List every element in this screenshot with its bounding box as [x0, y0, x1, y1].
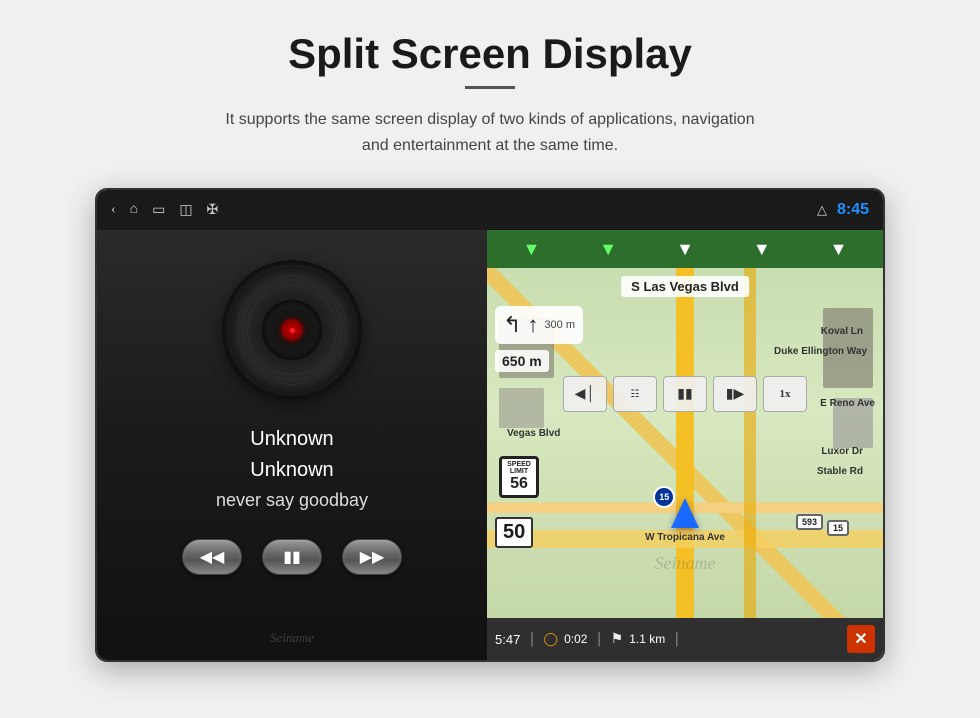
nav-arrow-3: ▼: [676, 239, 694, 260]
nav-prev-button[interactable]: ◀│: [563, 376, 607, 412]
nav-arrow-1: ▼: [522, 239, 540, 260]
album-art: [222, 260, 362, 400]
pause-icon: ▮▮: [283, 547, 301, 567]
current-speed-display: 50: [495, 517, 533, 548]
nav-arrow-2: ▼: [599, 239, 617, 260]
nav-panel: ▼ ▼ ▼ ▼ ▼ S Las Vegas Blvd: [487, 230, 883, 660]
device-frame: ‹ ⌂ ▭ ◫ ✠ △ 8:45: [95, 188, 885, 662]
speed-limit-label: SPEED: [506, 461, 532, 468]
song-name: never say goodbay: [216, 490, 368, 511]
route-badge-number: 593: [802, 517, 817, 527]
image-icon[interactable]: ◫: [179, 202, 192, 219]
distance-label: 650 m: [495, 350, 549, 372]
turn-distance: 300 m: [544, 319, 575, 331]
home-icon[interactable]: ⌂: [130, 202, 138, 218]
map-label-vegas: Vegas Blvd: [507, 428, 560, 439]
status-time: 8:45: [837, 201, 869, 219]
music-panel: Unknown Unknown never say goodbay ◀◀ ▮▮ …: [97, 230, 487, 660]
nav-pause-button[interactable]: ▮▮: [663, 376, 707, 412]
status-bar: ‹ ⌂ ▭ ◫ ✠ △ 8:45: [97, 190, 883, 230]
nav-flag-icon: ⚑: [611, 631, 624, 648]
speed-limit-sign: SPEED LIMIT 56: [499, 456, 539, 498]
back-arrow-icon[interactable]: ‹: [111, 202, 116, 218]
next-icon: ▶▶: [360, 547, 385, 567]
interstate-number: 15: [659, 492, 669, 502]
turn-instruction: ↰ ↑ 300 m: [495, 306, 583, 344]
map-watermark: Seiname: [655, 553, 716, 574]
pause-button[interactable]: ▮▮: [262, 539, 322, 575]
music-panel-watermark: Seiname: [270, 630, 314, 646]
track-title: Unknown: [216, 428, 368, 451]
nav-car-arrow: [671, 498, 699, 528]
map-label-tropicana: W Tropicana Ave: [645, 532, 725, 543]
nav-distance: 1.1 km: [629, 632, 665, 646]
street-name: S Las Vegas Blvd: [621, 276, 749, 297]
previous-button[interactable]: ◀◀: [182, 539, 242, 575]
route-badge-2: 15: [827, 520, 849, 536]
nav-speed-button[interactable]: 1x: [763, 376, 807, 412]
music-controls: ◀◀ ▮▮ ▶▶: [182, 539, 402, 575]
nav-time: 5:47: [495, 632, 520, 647]
nav-arrow-4: ▼: [753, 239, 771, 260]
speed-limit-label2: LIMIT: [506, 468, 532, 475]
nav-clock-icon: ◯: [544, 631, 559, 647]
window-icon[interactable]: ▭: [152, 202, 165, 219]
turn-straight-icon: ↑: [527, 312, 538, 338]
speed-label: 1x: [780, 388, 791, 400]
nav-separator-3: |: [675, 630, 678, 648]
nav-separator-2: |: [597, 630, 600, 648]
artist-name: Unknown: [216, 459, 368, 482]
previous-icon: ◀◀: [200, 547, 225, 567]
map-label-luxor: Luxor Dr: [821, 446, 863, 457]
map-label-stable: Stable Rd: [817, 466, 863, 477]
page-title: Split Screen Display: [288, 30, 692, 78]
disc-outer: [222, 260, 362, 400]
map-label-reno: E Reno Ave: [820, 398, 875, 409]
nav-menu-button[interactable]: ☷: [613, 376, 657, 412]
route-badge: 593: [796, 514, 823, 530]
map-label-duke: Duke Ellington Way: [774, 346, 867, 357]
nav-arrow-5: ▼: [830, 239, 848, 260]
nav-controls: ◀│ ☷ ▮▮ ▮▶ 1x: [563, 376, 807, 412]
nav-eta: 0:02: [564, 632, 587, 646]
nav-close-button[interactable]: ✕: [847, 625, 875, 653]
turn-left-icon: ↰: [503, 312, 521, 338]
split-panels: Unknown Unknown never say goodbay ◀◀ ▮▮ …: [97, 230, 883, 660]
page-subtitle: It supports the same screen display of t…: [210, 107, 770, 158]
current-speed-value: 50: [503, 521, 525, 543]
map-label-koval: Koval Ln: [821, 326, 863, 337]
nav-arrows-bar: ▼ ▼ ▼ ▼ ▼: [487, 230, 883, 268]
nav-next-button[interactable]: ▮▶: [713, 376, 757, 412]
nav-bottom-bar: 5:47 | ◯ 0:02 | ⚑ 1.1 km | ✕: [487, 618, 883, 660]
music-info: Unknown Unknown never say goodbay: [216, 428, 368, 511]
usb-icon[interactable]: ✠: [207, 202, 219, 219]
notification-icon: △: [817, 202, 827, 218]
title-divider: [465, 86, 515, 89]
nav-separator-1: |: [530, 630, 533, 648]
next-button[interactable]: ▶▶: [342, 539, 402, 575]
speed-limit-value: 56: [506, 475, 532, 493]
map-area: S Las Vegas Blvd ↰ ↑ 300 m 650 m ◀│ ☷ ▮▮…: [487, 268, 883, 618]
